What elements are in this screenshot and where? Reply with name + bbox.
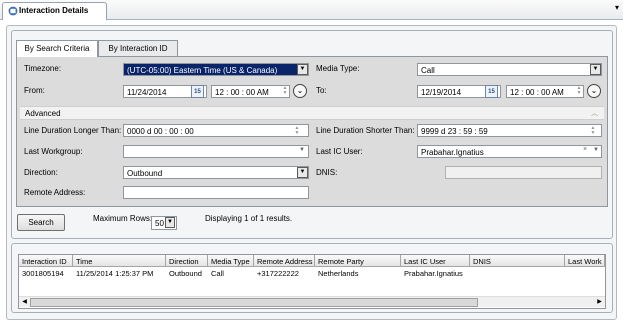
column-header-time[interactable]: Time (73, 255, 166, 267)
media-type-select[interactable]: Call (417, 63, 602, 76)
scroll-right-icon[interactable]: ▶ (594, 297, 605, 308)
from-time-value: 12 : 00 : 00 AM (215, 88, 269, 97)
tab-by-interaction-id[interactable]: By Interaction ID (98, 40, 178, 56)
cell-interaction-id: 3001805194 (22, 269, 64, 278)
cell-last-work (565, 268, 605, 279)
from-label: From: (24, 86, 45, 95)
column-header-interaction-id[interactable]: Interaction ID (19, 255, 73, 267)
scroll-left-icon[interactable]: ◀ (19, 297, 30, 308)
window-title: Interaction Details (19, 6, 89, 15)
line-duration-shorter-spinner-icon[interactable]: ▲ ▼ (589, 126, 597, 136)
interaction-details-icon (8, 6, 18, 16)
advanced-section-header[interactable]: Advanced ︿ (20, 106, 604, 120)
direction-select[interactable]: Outbound (123, 166, 309, 179)
max-rows-value: 50 (155, 219, 164, 228)
timezone-label: Timezone: (24, 64, 62, 73)
column-header-last-ic-user[interactable]: Last IC User (401, 255, 470, 267)
column-header-remote-address[interactable]: Remote Address (254, 255, 315, 267)
from-time-picker-icon[interactable]: ⌄ (293, 84, 307, 98)
clear-icon[interactable]: × (583, 146, 587, 153)
column-header-remote-party[interactable]: Remote Party (315, 255, 401, 267)
line-duration-longer-value: 0000 d 00 : 00 : 00 (127, 127, 194, 136)
search-button[interactable]: Search (17, 214, 65, 231)
media-type-label: Media Type: (316, 64, 360, 73)
tab-by-search-criteria[interactable]: By Search Criteria (16, 40, 98, 57)
last-workgroup-field[interactable] (123, 145, 309, 158)
line-duration-longer-field[interactable]: 0000 d 00 : 00 : 00 (123, 124, 309, 137)
to-label: To: (316, 86, 327, 95)
to-time-spinner-icon[interactable]: ▲ ▼ (575, 86, 583, 96)
line-duration-longer-spinner-icon[interactable]: ▲ ▼ (293, 126, 301, 136)
to-time-field[interactable]: 12 : 00 : 00 AM (506, 85, 584, 98)
column-header-last-work[interactable]: Last Work (565, 255, 605, 267)
to-calendar-icon[interactable]: 15 (485, 85, 498, 98)
advanced-label: Advanced (25, 109, 61, 118)
line-duration-shorter-value: 9999 d 23 : 59 : 59 (421, 127, 488, 136)
cell-media-type: Call (211, 269, 224, 278)
line-duration-shorter-field[interactable]: 9999 d 23 : 59 : 59 (417, 124, 602, 137)
from-calendar-icon[interactable]: 15 (191, 85, 204, 98)
timezone-select[interactable]: (UTC-05:00) Eastern Time (US & Canada) (123, 63, 309, 76)
dnis-label: DNIS: (316, 168, 338, 177)
cell-remote-address: +317222222 (257, 269, 299, 278)
scrollbar-thumb[interactable] (30, 298, 478, 307)
last-ic-user-label: Last IC User: (316, 147, 363, 156)
column-header-direction[interactable]: Direction (166, 255, 208, 267)
direction-dropdown-icon[interactable]: ▼ (297, 167, 308, 178)
to-time-value: 12 : 00 : 00 AM (510, 88, 564, 97)
cell-direction: Outbound (169, 269, 202, 278)
direction-value: Outbound (127, 169, 163, 178)
last-workgroup-label: Last Workgroup: (24, 147, 83, 156)
tab-menu-icon[interactable]: ▾ (615, 3, 619, 12)
title-bar: Interaction Details ▾ (0, 0, 623, 20)
line-duration-longer-label: Line Duration Longer Than: (24, 126, 122, 135)
from-time-field[interactable]: 12 : 00 : 00 AM (211, 85, 290, 98)
from-date-value: 11/24/2014 (127, 88, 167, 97)
last-ic-user-dropdown-icon[interactable]: ▼ (593, 147, 599, 153)
document-tab[interactable]: Interaction Details (2, 2, 107, 20)
dnis-field (445, 166, 602, 179)
cell-dnis (470, 268, 565, 279)
from-time-spinner-icon[interactable]: ▲ ▼ (281, 86, 289, 96)
line-duration-shorter-label: Line Duration Shorter Than: (316, 126, 415, 135)
results-status: Displaying 1 of 1 results. (205, 214, 293, 223)
timezone-dropdown-icon[interactable]: ▼ (297, 64, 308, 75)
last-workgroup-dropdown-icon[interactable]: ▼ (299, 147, 305, 153)
chevron-up-icon[interactable]: ︿ (591, 108, 598, 118)
horizontal-scrollbar[interactable]: ◀ ▶ (19, 296, 605, 307)
timezone-value: (UTC-05:00) Eastern Time (US & Canada) (127, 66, 278, 75)
cell-last-ic-user: Prabahar.Ignatius (404, 269, 463, 278)
to-time-picker-icon[interactable]: ⌄ (587, 84, 601, 98)
media-type-dropdown-icon[interactable]: ▼ (590, 64, 601, 75)
to-date-value: 12/19/2014 (421, 88, 462, 97)
remote-address-field[interactable] (123, 186, 309, 199)
column-header-media-type[interactable]: Media Type (208, 255, 254, 267)
remote-address-label: Remote Address: (24, 188, 86, 197)
max-rows-dropdown-icon[interactable]: ▼ (165, 217, 175, 228)
last-ic-user-value: Prabahar.Ignatius (421, 148, 484, 157)
max-rows-label: Maximum Rows: (93, 214, 153, 223)
cell-remote-party: Netherlands (318, 269, 359, 278)
column-header-dnis[interactable]: DNIS (470, 255, 565, 267)
cell-time: 11/25/2014 1:25:37 PM (76, 269, 154, 278)
media-type-value: Call (421, 66, 435, 75)
last-ic-user-field[interactable]: Prabahar.Ignatius (417, 145, 602, 158)
direction-label: Direction: (24, 168, 58, 177)
